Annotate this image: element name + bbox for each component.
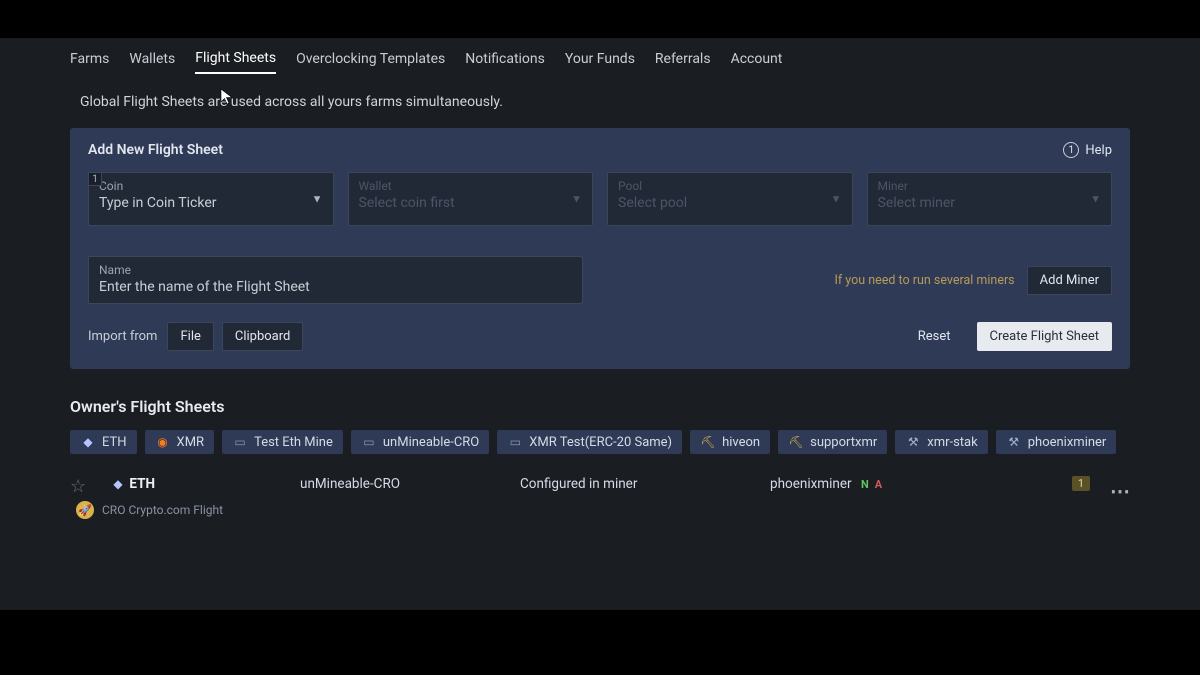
chevron-down-icon: ▼ bbox=[1090, 193, 1101, 206]
monero-icon: ◉ bbox=[155, 434, 171, 450]
reset-button[interactable]: Reset bbox=[906, 323, 963, 350]
miner-placeholder: Select miner bbox=[878, 195, 1102, 211]
flight-sheet-row[interactable]: ☆ ◆ ETH unMineable-CRO Configured in min… bbox=[70, 476, 1130, 497]
import-clipboard-button[interactable]: Clipboard bbox=[222, 322, 304, 351]
pool-label: Pool bbox=[618, 179, 842, 193]
miner-icon: ⚒ bbox=[905, 434, 921, 450]
import-from-label: Import from bbox=[88, 329, 157, 344]
nav-wallets[interactable]: Wallets bbox=[129, 51, 175, 73]
nav-flight-sheets[interactable]: Flight Sheets bbox=[195, 50, 276, 74]
sheet-coin: ETH bbox=[129, 476, 155, 492]
import-file-button[interactable]: File bbox=[167, 322, 213, 351]
rig-count-badge: 1 bbox=[1072, 476, 1090, 491]
wallet-select[interactable]: Wallet Select coin first ▼ bbox=[348, 172, 594, 226]
coin-placeholder: Type in Coin Ticker bbox=[99, 195, 323, 211]
add-miner-button[interactable]: Add Miner bbox=[1027, 266, 1112, 295]
ethereum-icon: ◆ bbox=[110, 476, 126, 492]
pool-select[interactable]: Pool Select pool ▼ bbox=[607, 172, 853, 226]
top-nav: Farms Wallets Flight Sheets Overclocking… bbox=[0, 38, 1200, 86]
pool-placeholder: Select pool bbox=[618, 195, 842, 211]
chip-xmr[interactable]: ◉XMR bbox=[145, 430, 215, 454]
chevron-down-icon: ▼ bbox=[312, 193, 323, 206]
owner-sheets-title: Owner's Flight Sheets bbox=[70, 397, 1130, 416]
sheet-miner: phoenixminer bbox=[770, 476, 852, 492]
sequence-badge: 1 bbox=[88, 172, 102, 186]
chevron-down-icon: ▼ bbox=[831, 193, 842, 206]
nav-farms[interactable]: Farms bbox=[70, 51, 109, 73]
help-label: Help bbox=[1085, 143, 1112, 158]
name-input[interactable]: Name Enter the name of the Flight Sheet bbox=[88, 256, 583, 304]
wallet-placeholder: Select coin first bbox=[359, 195, 583, 211]
chevron-down-icon: ▼ bbox=[571, 193, 582, 206]
coin-label: Coin bbox=[99, 179, 323, 193]
help-number-icon: 1 bbox=[1063, 142, 1079, 158]
star-icon[interactable]: ☆ bbox=[70, 476, 110, 497]
chip-test-eth[interactable]: ▭Test Eth Mine bbox=[222, 430, 343, 454]
pool-icon: ⛏ bbox=[788, 434, 804, 450]
chip-unmineable[interactable]: ▭unMineable-CRO bbox=[351, 430, 489, 454]
flight-sheet-subrow: 🚀 CRO Crypto.com Flight bbox=[70, 501, 1130, 519]
coin-select[interactable]: 1 Coin Type in Coin Ticker ▼ bbox=[88, 172, 334, 226]
chip-phoenix[interactable]: ⚒phoenixminer bbox=[996, 430, 1117, 454]
miner-select[interactable]: Miner Select miner ▼ bbox=[867, 172, 1113, 226]
add-flight-sheet-panel: Add New Flight Sheet 1 Help 1 Coin Type … bbox=[70, 128, 1130, 369]
wallet-label: Wallet bbox=[359, 179, 583, 193]
nav-overclocking[interactable]: Overclocking Templates bbox=[296, 51, 445, 73]
nav-your-funds[interactable]: Your Funds bbox=[565, 51, 635, 73]
wallet-icon: ▭ bbox=[507, 434, 523, 450]
nav-referrals[interactable]: Referrals bbox=[655, 51, 711, 73]
chip-xmr-test[interactable]: ▭XMR Test(ERC-20 Same) bbox=[497, 430, 682, 454]
chip-hiveon[interactable]: ⛏hiveon bbox=[690, 430, 770, 454]
miner-label: Miner bbox=[878, 179, 1102, 193]
name-label: Name bbox=[99, 263, 572, 277]
chip-eth[interactable]: ◆ETH bbox=[70, 430, 137, 454]
filter-chips: ◆ETH ◉XMR ▭Test Eth Mine ▭unMineable-CRO… bbox=[70, 430, 1130, 454]
name-placeholder: Enter the name of the Flight Sheet bbox=[99, 279, 572, 295]
help-button[interactable]: 1 Help bbox=[1063, 142, 1112, 158]
nav-account[interactable]: Account bbox=[731, 51, 783, 73]
wallet-icon: ▭ bbox=[232, 434, 248, 450]
more-menu-icon[interactable]: ⋯ bbox=[1110, 488, 1130, 494]
ethereum-icon: ◆ bbox=[80, 434, 96, 450]
create-flight-sheet-button[interactable]: Create Flight Sheet bbox=[977, 322, 1112, 351]
nav-notifications[interactable]: Notifications bbox=[465, 51, 545, 73]
tag-nvidia: N bbox=[861, 478, 869, 491]
miner-icon: ⚒ bbox=[1006, 434, 1022, 450]
tag-amd: A bbox=[875, 478, 882, 491]
wallet-icon: ▭ bbox=[361, 434, 377, 450]
panel-title: Add New Flight Sheet bbox=[88, 142, 223, 158]
sheet-wallet: unMineable-CRO bbox=[300, 476, 520, 492]
flight-sheet-name: CRO Crypto.com Flight bbox=[102, 503, 223, 517]
chip-xmrstak[interactable]: ⚒xmr-stak bbox=[895, 430, 987, 454]
pool-icon: ⛏ bbox=[700, 434, 716, 450]
chip-supportxmr[interactable]: ⛏supportxmr bbox=[778, 430, 887, 454]
sheet-pool: Configured in miner bbox=[520, 476, 770, 492]
flight-sheet-icon: 🚀 bbox=[76, 501, 94, 519]
add-miner-note: If you need to run several miners bbox=[834, 273, 1014, 288]
info-text: Global Flight Sheets are used across all… bbox=[0, 86, 1200, 128]
